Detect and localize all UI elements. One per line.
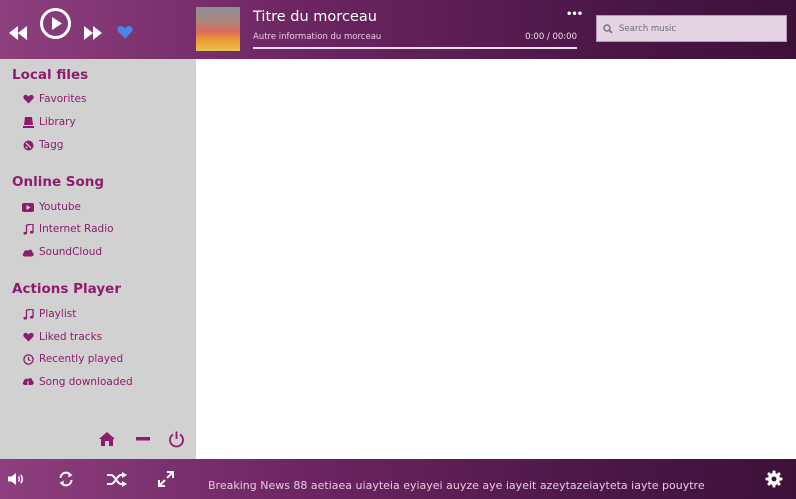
volume-button[interactable] bbox=[6, 471, 26, 487]
shuffle-button[interactable] bbox=[106, 471, 128, 487]
progress-bar[interactable] bbox=[253, 47, 577, 49]
sidebar-item-label: Internet Radio bbox=[39, 223, 114, 235]
sidebar-item-label: Youtube bbox=[39, 201, 81, 213]
play-button[interactable] bbox=[39, 7, 72, 40]
power-icon bbox=[168, 431, 184, 447]
section-title-actions-player: Actions Player bbox=[12, 281, 121, 297]
music-note-icon bbox=[22, 308, 34, 320]
cloud-icon bbox=[22, 246, 34, 258]
sidebar-item-label: Favorites bbox=[39, 93, 87, 105]
section-title-online-song: Online Song bbox=[12, 174, 105, 190]
cloud-download-icon bbox=[22, 376, 34, 388]
sidebar-item-label: Library bbox=[39, 116, 76, 128]
play-icon bbox=[40, 8, 71, 39]
sidebar-item-song-downloaded[interactable]: Song downloaded bbox=[22, 376, 133, 388]
main-content bbox=[196, 59, 796, 459]
repeat-button[interactable] bbox=[56, 470, 76, 488]
heart-icon bbox=[22, 331, 34, 343]
track-time: 0:00 / 00:00 bbox=[525, 32, 577, 42]
player-header: Titre du morceau Autre information du mo… bbox=[0, 0, 796, 59]
repeat-icon bbox=[59, 471, 73, 487]
sidebar-item-label: Recently played bbox=[39, 353, 124, 365]
shuffle-icon bbox=[106, 471, 127, 487]
power-button[interactable] bbox=[166, 430, 186, 448]
fast-forward-icon bbox=[84, 26, 102, 40]
sidebar-item-recently-played[interactable]: Recently played bbox=[22, 353, 123, 365]
heart-icon bbox=[22, 93, 34, 105]
sidebar-item-youtube[interactable]: Youtube bbox=[22, 201, 81, 213]
album-art bbox=[196, 7, 240, 51]
track-subtitle: Autre information du morceau bbox=[253, 32, 382, 42]
favorite-button[interactable] bbox=[116, 24, 134, 40]
youtube-icon bbox=[22, 201, 34, 213]
expand-icon bbox=[158, 471, 174, 487]
home-icon bbox=[99, 432, 115, 446]
player-footer: Breaking News 88 aetiaea uiayteia eyiaye… bbox=[0, 459, 796, 499]
next-button[interactable] bbox=[83, 24, 103, 42]
sidebar-item-internet-radio[interactable]: Internet Radio bbox=[22, 223, 114, 235]
rewind-icon bbox=[9, 26, 27, 40]
heart-icon bbox=[117, 26, 133, 39]
search-input[interactable] bbox=[619, 23, 779, 34]
sidebar: Local files Favorites Library Tagg Onlin… bbox=[0, 59, 196, 459]
sidebar-item-library[interactable]: Library bbox=[22, 116, 76, 128]
sidebar-item-label: Playlist bbox=[39, 308, 77, 320]
sidebar-item-label: Song downloaded bbox=[39, 376, 133, 388]
sidebar-item-liked-tracks[interactable]: Liked tracks bbox=[22, 331, 102, 343]
section-title-local-files: Local files bbox=[12, 67, 89, 83]
sidebar-item-tagg[interactable]: Tagg bbox=[22, 139, 63, 151]
sidebar-item-label: Tagg bbox=[39, 139, 64, 151]
sidebar-item-label: Liked tracks bbox=[39, 331, 103, 343]
sidebar-item-favorites[interactable]: Favorites bbox=[22, 93, 86, 105]
more-options-button[interactable]: ••• bbox=[566, 9, 583, 20]
music-note-icon bbox=[22, 223, 34, 235]
search-box bbox=[596, 15, 787, 42]
fullscreen-button[interactable] bbox=[157, 470, 175, 488]
sidebar-item-label: SoundCloud bbox=[39, 246, 103, 258]
search-icon bbox=[597, 23, 619, 34]
home-button[interactable] bbox=[97, 430, 117, 448]
news-ticker: Breaking News 88 aetiaea uiayteia eyiaye… bbox=[208, 479, 705, 492]
sidebar-item-soundcloud[interactable]: SoundCloud bbox=[22, 246, 102, 258]
clock-icon bbox=[22, 353, 34, 365]
track-title: Titre du morceau bbox=[253, 9, 377, 25]
sidebar-item-playlist[interactable]: Playlist bbox=[22, 308, 76, 320]
minimize-button[interactable] bbox=[133, 430, 153, 448]
library-icon bbox=[22, 116, 34, 128]
volume-icon bbox=[8, 473, 24, 485]
gear-icon bbox=[765, 470, 783, 488]
settings-button[interactable] bbox=[764, 469, 784, 489]
previous-button[interactable] bbox=[8, 24, 28, 42]
minus-icon bbox=[136, 437, 150, 441]
tag-icon bbox=[22, 139, 34, 151]
